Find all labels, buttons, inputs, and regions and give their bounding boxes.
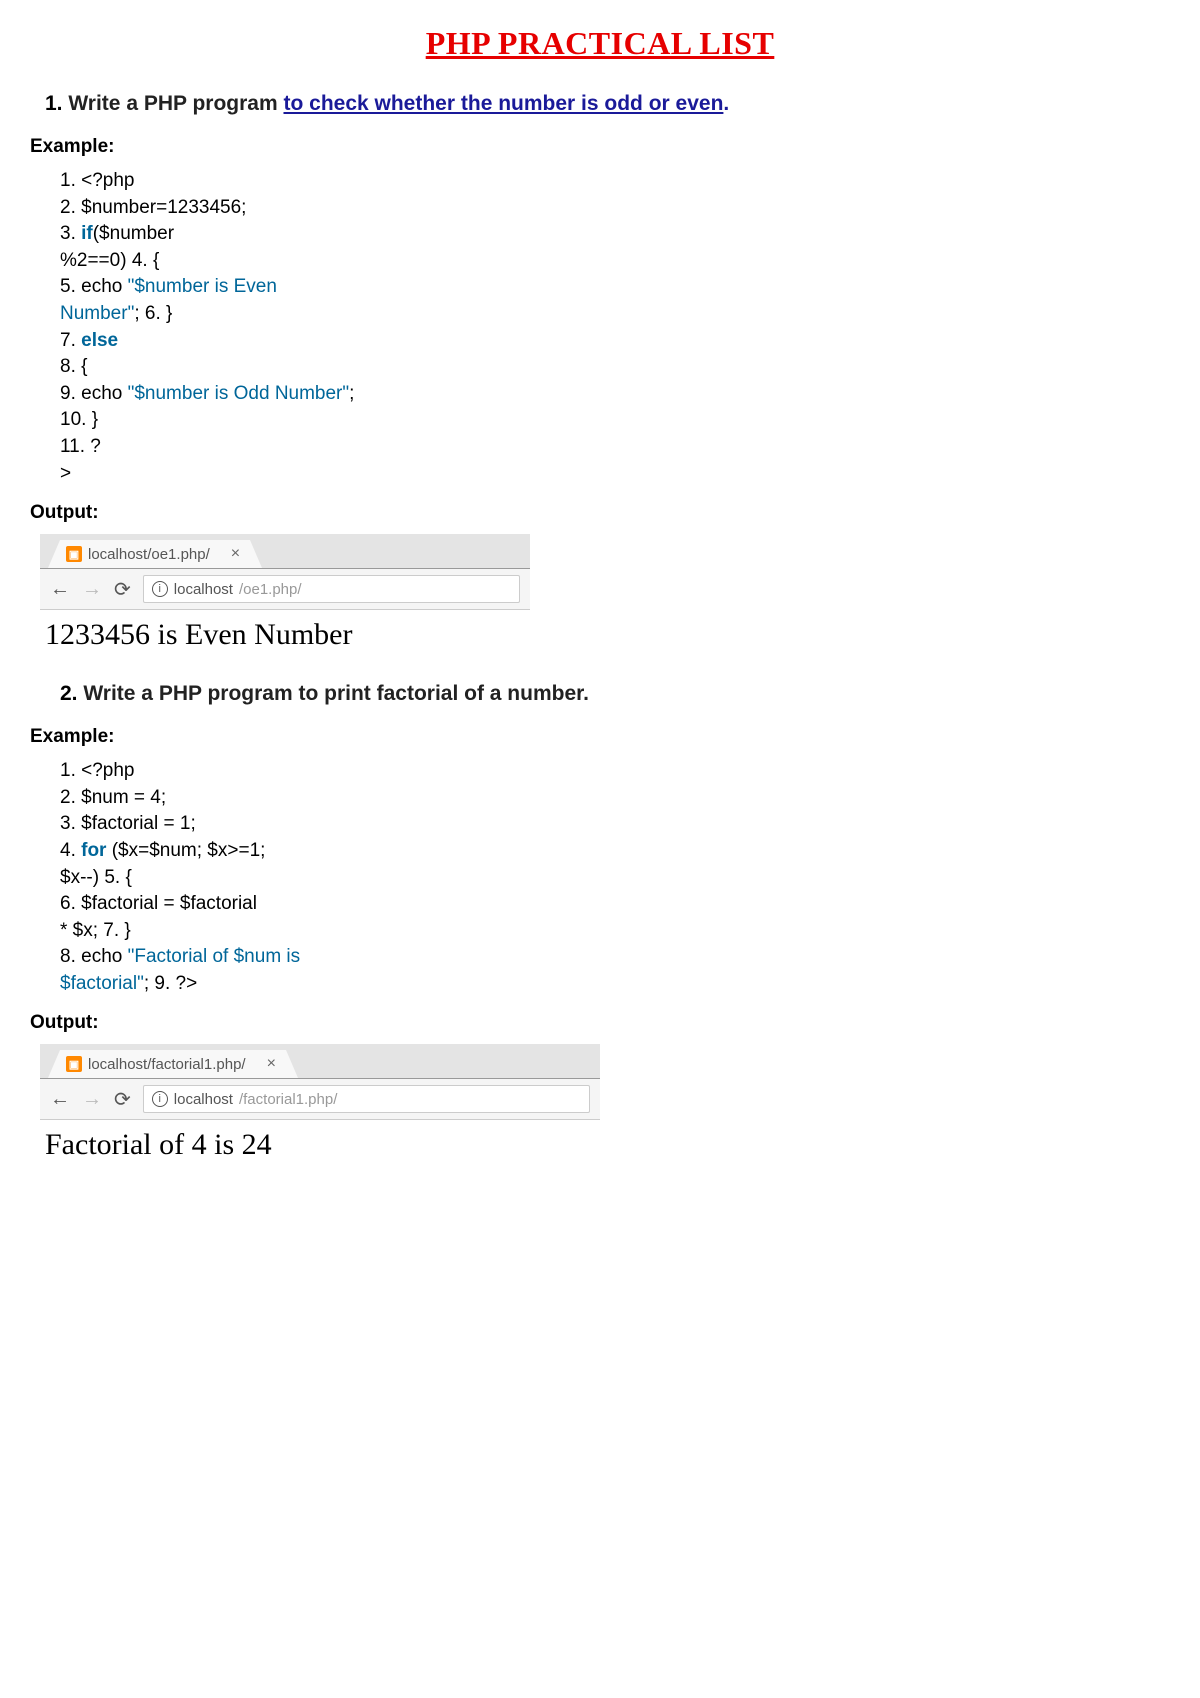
- code-line: 11. ?: [60, 434, 1170, 461]
- address-path: /factorial1.php/: [239, 1091, 337, 1108]
- output-label-1: Output:: [30, 502, 1170, 524]
- browser-mock-2: ▣ localhost/factorial1.php/ × ← → ⟳ i lo…: [40, 1044, 600, 1120]
- close-icon[interactable]: ×: [231, 545, 240, 563]
- code-line: 9. echo "$number is Odd Number";: [60, 381, 1170, 408]
- tab-edge: [250, 540, 262, 568]
- code-line: 2. $number=1233456;: [60, 195, 1170, 222]
- address-path: /oe1.php/: [239, 581, 302, 598]
- back-icon[interactable]: ←: [50, 1088, 70, 1111]
- code-line: 2. $num = 4;: [60, 785, 1170, 812]
- output-label-2: Output:: [30, 1012, 1170, 1034]
- browser-tabbar: ▣ localhost/oe1.php/ ×: [40, 534, 530, 569]
- address-bar[interactable]: i localhost/oe1.php/: [143, 575, 520, 603]
- code-line: %2==0) 4. {: [60, 248, 1170, 275]
- reload-icon[interactable]: ⟳: [114, 577, 131, 602]
- code-block-1: 1. <?php 2. $number=1233456; 3. if($numb…: [60, 168, 1170, 487]
- xampp-icon: ▣: [66, 546, 82, 562]
- question-1-prefix: Write a PHP program: [68, 92, 283, 115]
- code-line: 1. <?php: [60, 168, 1170, 195]
- output-text-1: 1233456 is Even Number: [45, 618, 1170, 652]
- output-text-2: Factorial of 4 is 24: [45, 1128, 1170, 1162]
- code-line: 8. {: [60, 354, 1170, 381]
- tab-edge: [286, 1050, 298, 1078]
- xampp-icon: ▣: [66, 1056, 82, 1072]
- code-line: 10. }: [60, 407, 1170, 434]
- code-line: 7. else: [60, 328, 1170, 355]
- page-title: PHP PRACTICAL LIST: [30, 25, 1170, 62]
- info-icon[interactable]: i: [152, 1091, 168, 1107]
- address-bar[interactable]: i localhost/factorial1.php/: [143, 1085, 590, 1113]
- browser-toolbar: ← → ⟳ i localhost/oe1.php/: [40, 569, 530, 610]
- code-line: $x--) 5. {: [60, 865, 1170, 892]
- browser-tabbar: ▣ localhost/factorial1.php/ ×: [40, 1044, 600, 1079]
- address-host: localhost: [174, 1091, 233, 1108]
- code-line: 3. $factorial = 1;: [60, 811, 1170, 838]
- address-host: localhost: [174, 581, 233, 598]
- back-icon[interactable]: ←: [50, 578, 70, 601]
- question-1-number: 1.: [45, 92, 63, 115]
- tab-edge: [48, 1050, 60, 1078]
- info-icon[interactable]: i: [152, 581, 168, 597]
- code-line: >: [60, 461, 1170, 488]
- forward-icon[interactable]: →: [82, 1088, 102, 1111]
- example-label-2: Example:: [30, 726, 1170, 748]
- code-line: 5. echo "$number is Even: [60, 274, 1170, 301]
- code-block-2: 1. <?php 2. $num = 4; 3. $factorial = 1;…: [60, 758, 1170, 997]
- tab-edge: [48, 540, 60, 568]
- browser-toolbar: ← → ⟳ i localhost/factorial1.php/: [40, 1079, 600, 1120]
- tab-title: localhost/oe1.php/: [88, 546, 210, 563]
- tab-title: localhost/factorial1.php/: [88, 1056, 246, 1073]
- close-icon[interactable]: ×: [267, 1055, 276, 1073]
- forward-icon[interactable]: →: [82, 578, 102, 601]
- question-2-number: 2.: [60, 682, 78, 705]
- code-line: * $x; 7. }: [60, 918, 1170, 945]
- code-line: 3. if($number: [60, 221, 1170, 248]
- question-2: 2. Write a PHP program to print factoria…: [60, 682, 1170, 706]
- browser-mock-1: ▣ localhost/oe1.php/ × ← → ⟳ i localhost…: [40, 534, 530, 610]
- reload-icon[interactable]: ⟳: [114, 1087, 131, 1112]
- code-line: 1. <?php: [60, 758, 1170, 785]
- code-line: 8. echo "Factorial of $num is: [60, 944, 1170, 971]
- question-1-link: to check whether the number is odd or ev…: [283, 92, 723, 115]
- example-label-1: Example:: [30, 136, 1170, 158]
- question-1-suffix: .: [723, 92, 729, 115]
- question-1: 1. Write a PHP program to check whether …: [45, 92, 1170, 116]
- browser-tab[interactable]: ▣ localhost/factorial1.php/ ×: [60, 1050, 286, 1078]
- code-line: Number"; 6. }: [60, 301, 1170, 328]
- code-line: 6. $factorial = $factorial: [60, 891, 1170, 918]
- code-line: $factorial"; 9. ?>: [60, 971, 1170, 998]
- browser-tab[interactable]: ▣ localhost/oe1.php/ ×: [60, 540, 250, 568]
- code-line: 4. for ($x=$num; $x>=1;: [60, 838, 1170, 865]
- question-2-text: Write a PHP program to print factorial o…: [78, 682, 589, 705]
